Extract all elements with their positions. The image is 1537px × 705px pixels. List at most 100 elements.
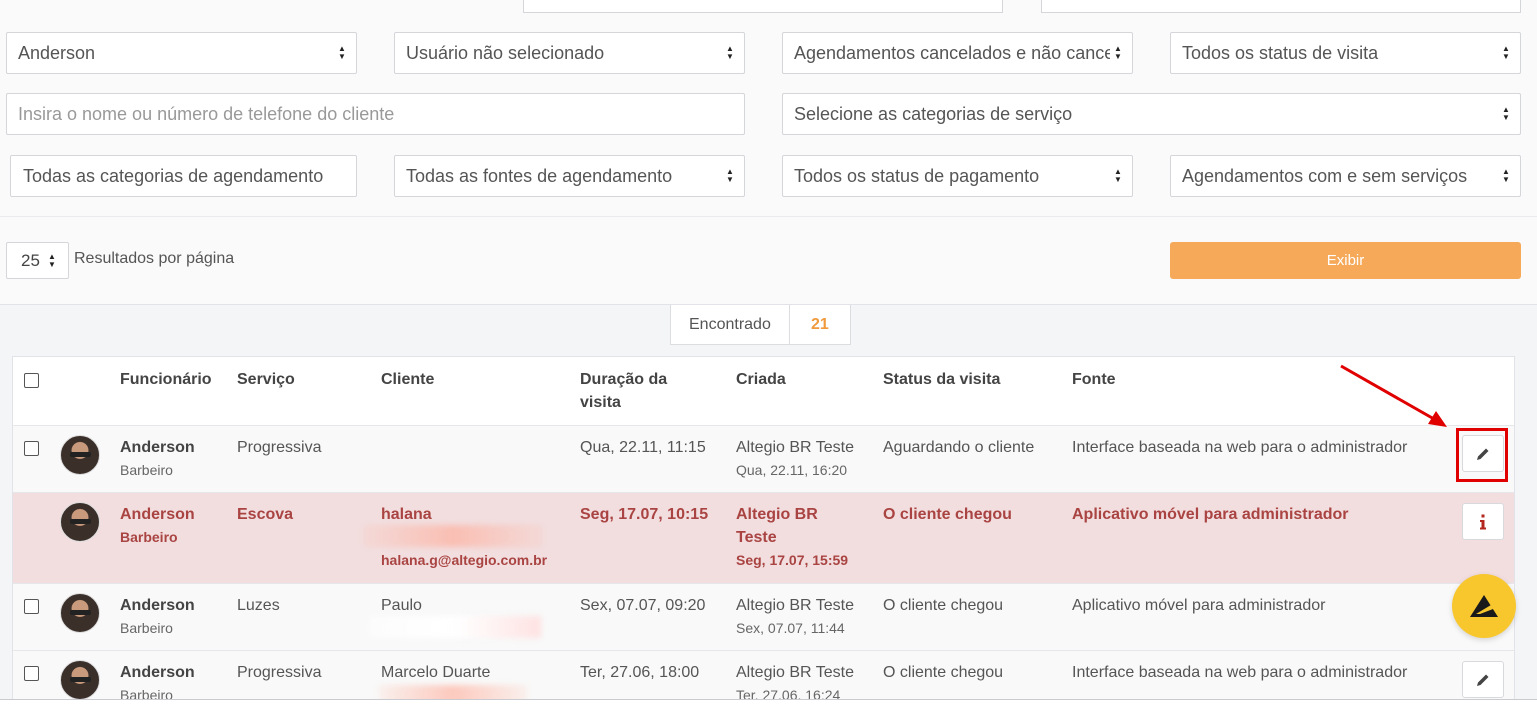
per-page-select[interactable]: 25 ▲ ▼ [6,242,69,279]
select-arrows-icon: ▲ ▼ [1502,44,1510,61]
created-cell: Altegio BR Teste Seg, 17.07, 15:59 [736,503,848,572]
header-source: Fonte [1072,371,1116,388]
show-button[interactable]: Exibir [1170,242,1521,279]
cancelled-select[interactable]: Agendamentos cancelados e não cancelados… [782,32,1133,74]
service-cell: Escova [237,506,294,523]
select-arrows-icon: ▲ ▼ [726,167,734,184]
select-all-checkbox[interactable] [24,373,39,388]
visit-time-cell: Seg, 17.07, 10:15 [580,506,709,523]
found-count: 21 [810,315,829,333]
info-icon [1480,514,1486,529]
created-by: Altegio BR Teste [736,597,854,614]
top-field-partial[interactable] [523,0,1003,13]
select-arrows-icon: ▲ ▼ [1502,167,1510,184]
client-name[interactable]: halana [381,503,432,526]
employee-name: Anderson [120,664,195,681]
payment-status-value: Todos os status de pagamento [794,165,1040,186]
table-header: Funcionário Serviço Cliente Duração da v… [13,357,1514,426]
header-duration-line1: Duração da [580,371,668,388]
help-fab[interactable] [1452,574,1516,638]
cancelled-select-value: Agendamentos cancelados e não cancelados [794,42,1110,63]
row-checkbox[interactable] [24,666,39,681]
status-cell: Aguardando o cliente [883,439,1035,456]
with-services-value: Agendamentos com e sem serviços [1182,165,1468,186]
sources-select[interactable]: Todas as fontes de agendamento ▲ ▼ [394,155,745,197]
created-by: Altegio BR Teste [736,439,854,456]
user-select-value: Usuário não selecionado [406,42,605,63]
employee-role: Barbeiro [120,529,178,545]
service-categories-select[interactable]: Selecione as categorias de serviço ▲ ▼ [782,93,1521,135]
created-at: Qua, 22.11, 16:20 [736,462,848,478]
header-client: Cliente [381,371,435,388]
employee-cell: Anderson Barbeiro [120,594,195,640]
source-cell: Interface baseada na web para o administ… [1072,664,1408,681]
table-row[interactable]: Anderson Barbeiro Escova halana halana.g… [13,493,1514,584]
status-cell: O cliente chegou [883,597,1004,614]
select-arrows-icon: ▲ ▼ [1114,167,1122,184]
select-arrows-icon: ▲ ▼ [47,251,56,269]
employee-name: Anderson [120,439,195,456]
created-cell: Altegio BR Teste Qua, 22.11, 16:20 [736,436,854,482]
header-duration: Duração da visita [580,368,667,414]
source-cell: Aplicativo móvel para administrador [1072,597,1326,614]
employee-select-value: Anderson [18,42,96,63]
user-select[interactable]: Usuário não selecionado ▲ ▼ [394,32,745,74]
select-arrows-icon: ▲ ▼ [726,44,734,61]
row-checkbox[interactable] [24,441,39,456]
visit-status-select[interactable]: Todos os status de visita ▲ ▼ [1170,32,1521,74]
created-by-line1: Altegio BR [736,506,818,523]
created-cell: Altegio BR Teste Sex, 07.07, 11:44 [736,594,854,640]
logo-icon [1470,595,1498,617]
client-search-input[interactable]: Insira o nome ou número de telefone do c… [6,93,745,135]
visit-time-cell: Qua, 22.11, 11:15 [580,439,706,456]
created-by: Altegio BR Teste [736,664,854,681]
select-arrows-icon: ▲ ▼ [1114,44,1122,61]
header-service: Serviço [237,371,295,388]
top-field-partial-2[interactable] [1041,0,1521,13]
redacted-phone [369,616,541,638]
employee-select[interactable]: Anderson ▲ ▼ [6,32,357,74]
client-name[interactable]: Paulo [381,594,422,617]
client-email: halana.g@altegio.com.br [381,552,548,568]
appointments-table: Funcionário Serviço Cliente Duração da v… [12,356,1515,705]
status-cell: O cliente chegou [883,506,1012,523]
sources-value: Todas as fontes de agendamento [406,165,673,186]
payment-status-select[interactable]: Todos os status de pagamento ▲ ▼ [782,155,1133,197]
client-search-placeholder: Insira o nome ou número de telefone do c… [18,103,395,124]
select-arrows-icon: ▲ ▼ [1502,105,1510,122]
header-duration-line2: visita [580,394,621,411]
employee-cell: Anderson Barbeiro [120,436,195,482]
avatar [60,502,100,542]
redacted-phone [363,525,543,547]
service-cell: Progressiva [237,439,322,456]
table-row[interactable]: Anderson Barbeiro Progressiva Qua, 22.11… [13,426,1514,493]
per-page-value: 25 [21,250,40,270]
bottom-scrollbar[interactable] [0,699,1537,705]
with-services-select[interactable]: Agendamentos com e sem serviços ▲ ▼ [1170,155,1521,197]
visit-time-cell: Ter, 27.06, 18:00 [580,664,700,681]
info-button[interactable] [1462,503,1504,540]
header-employee: Funcionário [120,371,212,388]
per-page-label: Resultados por página [74,250,235,267]
appointment-categories-select[interactable]: Todas as categorias de agendamento [10,155,357,197]
header-status: Status da visita [883,371,1001,388]
found-label: Encontrado [671,305,790,344]
select-arrows-icon: ▲ ▼ [338,44,346,61]
source-cell: Aplicativo móvel para administrador [1072,506,1349,523]
edit-button[interactable] [1462,661,1504,698]
avatar [60,435,100,475]
client-name[interactable]: Marcelo Duarte [381,661,490,684]
employee-name: Anderson [120,506,195,523]
table-row[interactable]: Anderson Barbeiro Progressiva Marcelo Du… [13,651,1514,704]
row-checkbox[interactable] [24,599,39,614]
table-row[interactable]: Anderson Barbeiro Luzes Paulo Sex, 07.07… [13,584,1514,651]
created-by-line2: Teste [736,529,777,546]
filters-divider [0,216,1537,217]
employee-cell: Anderson Barbeiro [120,503,195,549]
highlight-box [1456,428,1508,482]
visit-time-cell: Sex, 07.07, 09:20 [580,597,706,614]
found-counter: Encontrado 21 [670,305,851,345]
employee-role: Barbeiro [120,620,173,636]
appointment-categories-value: Todas as categorias de agendamento [23,165,324,186]
employee-role: Barbeiro [120,462,173,478]
